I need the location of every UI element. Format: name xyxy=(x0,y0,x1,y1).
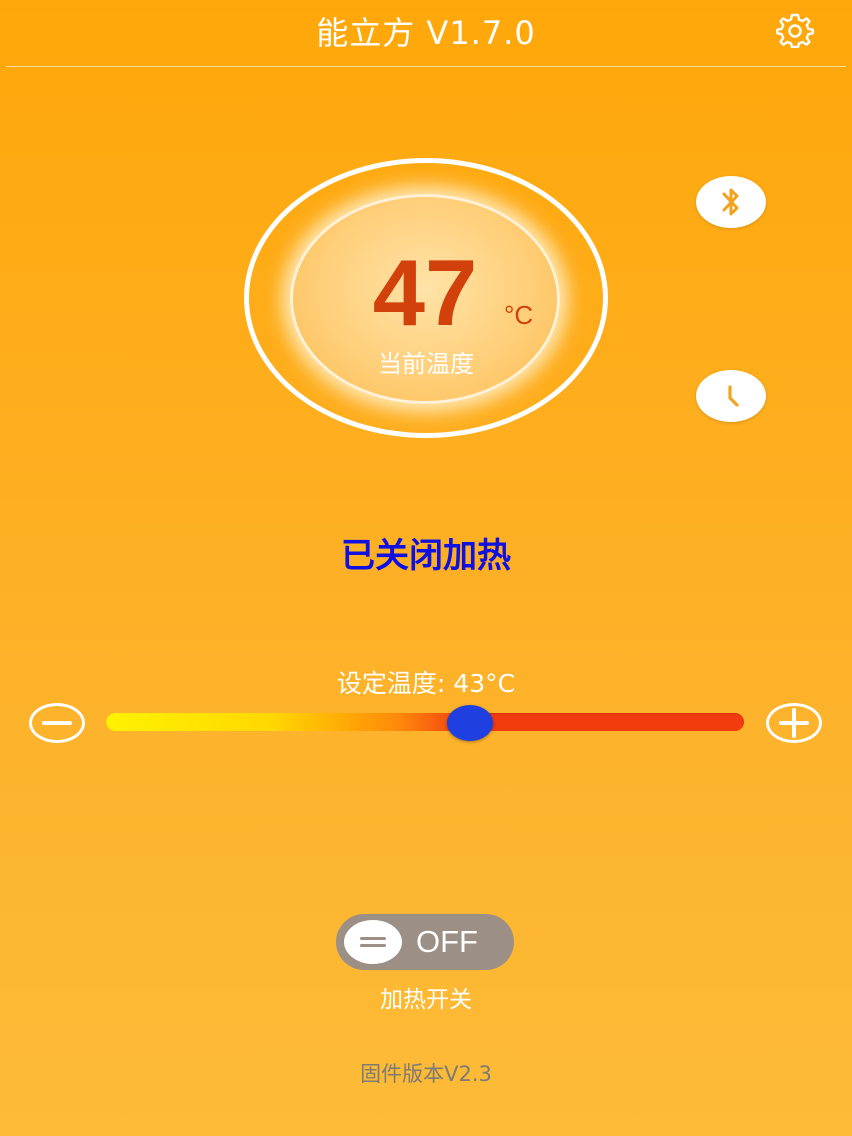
bluetooth-icon xyxy=(722,188,739,216)
firmware-version: 固件版本V2.3 xyxy=(360,1062,492,1086)
app-title: 能立方 V1.7.0 xyxy=(316,14,536,52)
current-temperature-value: 47 xyxy=(372,240,478,345)
toggle-knob xyxy=(344,920,402,964)
grip-icon xyxy=(360,937,386,947)
decrease-temperature-button[interactable] xyxy=(29,703,85,743)
heating-switch[interactable]: OFF xyxy=(336,914,514,970)
timer-button[interactable] xyxy=(696,370,766,422)
header-divider xyxy=(6,66,846,67)
current-temperature-unit: °C xyxy=(504,300,534,330)
current-temperature-label: 当前温度 xyxy=(378,350,474,378)
clock-icon xyxy=(728,385,739,407)
gear-icon xyxy=(776,13,814,48)
bluetooth-button[interactable] xyxy=(696,176,766,228)
plus-icon xyxy=(779,708,809,738)
set-temperature-slider[interactable] xyxy=(106,713,744,731)
minus-icon xyxy=(42,721,72,725)
app-header: 能立方 V1.7.0 xyxy=(0,0,852,67)
heating-switch-label: 加热开关 xyxy=(380,987,472,1013)
slider-fill xyxy=(106,713,470,731)
increase-temperature-button[interactable] xyxy=(766,703,822,743)
heating-status-text: 已关闭加热 xyxy=(341,536,511,576)
settings-button[interactable] xyxy=(772,10,818,50)
set-temperature-label: 设定温度: 43°C xyxy=(336,669,516,698)
heating-switch-state: OFF xyxy=(416,924,478,959)
slider-thumb[interactable] xyxy=(446,705,493,741)
